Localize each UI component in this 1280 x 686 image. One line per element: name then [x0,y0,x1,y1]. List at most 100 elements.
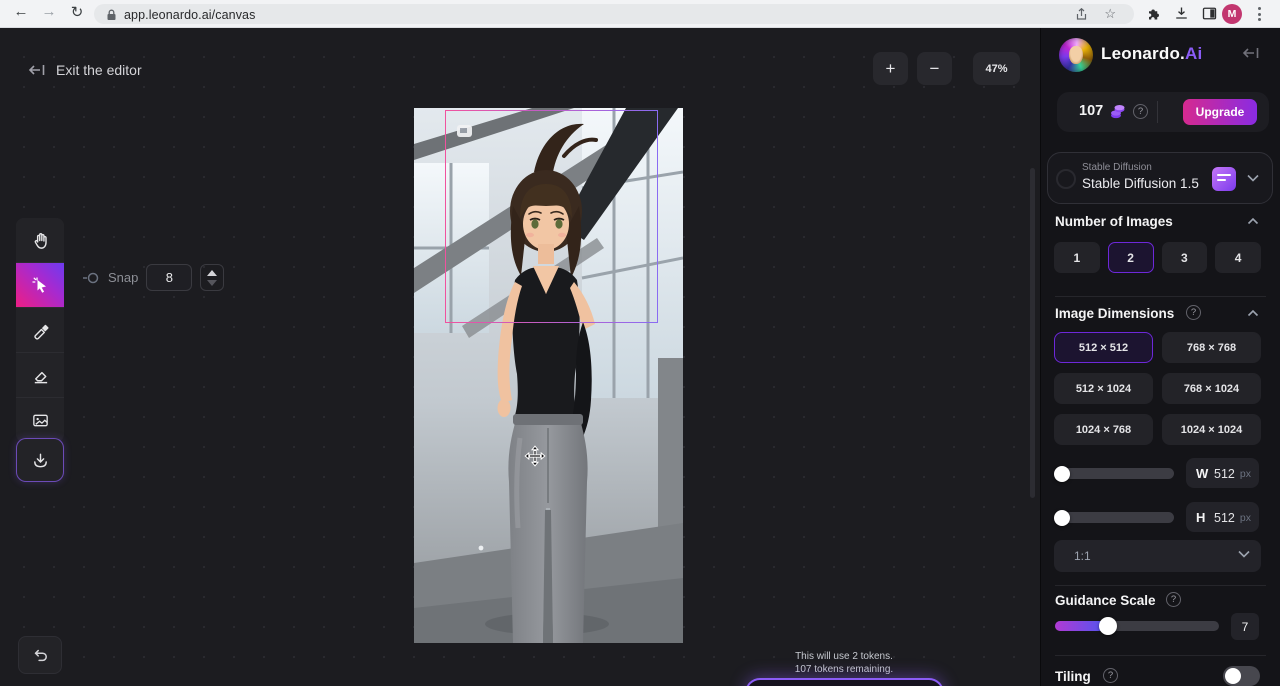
eraser-tool-button[interactable] [16,353,64,397]
toggle-knob[interactable] [1225,668,1241,684]
dim-option-768x1024[interactable]: 768 × 1024 [1162,373,1261,404]
browser-forward-button[interactable]: → [38,3,60,20]
width-slider[interactable] [1055,468,1174,479]
coins-icon [1109,103,1127,121]
share-icon[interactable] [1075,8,1088,21]
token-help-icon[interactable]: ? [1133,104,1148,119]
side-panel-icon[interactable] [1202,6,1217,21]
width-value: 512 [1214,467,1235,481]
undo-button[interactable] [18,636,62,674]
extensions-puzzle-icon[interactable] [1146,6,1161,21]
canvas-scrollbar[interactable] [1030,168,1035,498]
image-tool-button[interactable] [16,398,64,442]
upgrade-button[interactable]: Upgrade [1183,99,1257,125]
bookmark-star-icon[interactable]: ☆ [1104,6,1116,22]
dimensions-help-icon[interactable]: ? [1186,305,1201,320]
height-unit: px [1240,512,1251,524]
hand-tool-button[interactable] [16,218,64,262]
height-slider-handle[interactable] [1054,510,1070,526]
divider [1055,585,1266,586]
browser-download-icon[interactable] [1174,6,1189,21]
settings-sidebar: Leonardo.Ai 107 ? Upgrade Stable Diffusi… [1040,28,1280,686]
guidance-scale-heading: Guidance Scale [1055,593,1156,608]
dim-option-768x768[interactable]: 768 × 768 [1162,332,1261,363]
browser-address-bar[interactable]: app.leonardo.ai/canvas ☆ [94,4,1134,24]
snap-toggle-icon[interactable] [82,270,100,286]
browser-menu-icon[interactable] [1258,7,1261,24]
guidance-scale-slider[interactable] [1055,621,1219,631]
hand-icon [31,231,50,250]
tiling-toggle[interactable] [1223,666,1260,686]
num-images-option-3[interactable]: 3 [1162,242,1208,273]
exit-editor-button[interactable]: Exit the editor [28,62,142,78]
snap-control: Snap [82,264,224,291]
lock-icon [106,9,117,21]
zoom-out-button[interactable]: − [917,52,952,85]
width-value-box: W 512 px [1186,458,1259,488]
download-icon [31,451,50,470]
model-select[interactable]: Stable Diffusion Stable Diffusion 1.5 [1047,152,1273,204]
divider [1055,655,1266,656]
download-tool-button[interactable] [16,438,64,482]
eraser-icon [31,366,50,385]
dim-option-1024x1024[interactable]: 1024 × 1024 [1162,414,1261,445]
image-icon [31,411,50,430]
stepper-up-icon[interactable] [207,270,217,276]
num-images-option-2[interactable]: 2 [1108,242,1154,273]
token-count: 107 [1079,103,1103,119]
image-dimensions-options: 512 × 512 768 × 768 512 × 1024 768 × 102… [1054,332,1261,445]
generate-button[interactable] [745,678,944,686]
token-usage-line2: 107 tokens remaining. [744,663,944,676]
canvas-area[interactable]: Exit the editor [0,28,1040,686]
leonardo-canvas-app: ← → ↻ app.leonardo.ai/canvas ☆ M [0,0,1280,686]
token-usage-hint: This will use 2 tokens. 107 tokens remai… [744,650,944,676]
snap-stepper[interactable] [200,264,224,291]
token-balance-box: 107 ? Upgrade [1057,92,1269,132]
toolbar [16,218,64,442]
leonardo-logo-avatar [1059,38,1093,72]
editor-main: Exit the editor [0,28,1280,686]
guidance-help-icon[interactable]: ? [1166,592,1181,607]
model-label: Stable Diffusion [1082,162,1152,173]
aspect-ratio-select[interactable]: 1:1 [1054,540,1261,572]
divider [1157,101,1158,123]
select-tool-button[interactable] [16,263,64,307]
chevron-up-icon[interactable] [1247,309,1259,317]
browser-back-button[interactable]: ← [10,3,32,20]
brand-title: Leonardo.Ai [1101,44,1202,64]
paint-tool-button[interactable] [16,308,64,352]
exit-editor-label: Exit the editor [56,62,142,78]
snap-value-input[interactable] [146,264,192,291]
dim-option-512x1024[interactable]: 512 × 1024 [1054,373,1153,404]
model-platform-icon [1212,167,1236,191]
token-usage-line1: This will use 2 tokens. [744,650,944,663]
dim-option-512x512[interactable]: 512 × 512 [1054,332,1153,363]
chevron-up-icon[interactable] [1247,217,1259,225]
tiling-help-icon[interactable]: ? [1103,668,1118,683]
collapse-sidebar-icon[interactable] [1241,45,1261,61]
height-value: 512 [1214,511,1235,525]
zoom-level-button[interactable]: 47% [973,52,1020,85]
guidance-slider-handle[interactable] [1099,617,1117,635]
model-ghost-icon [1056,169,1076,189]
generated-image[interactable] [414,108,683,643]
chevron-down-icon [1237,549,1251,559]
browser-profile-avatar[interactable]: M [1222,4,1242,24]
dim-option-1024x768[interactable]: 1024 × 768 [1054,414,1153,445]
browser-reload-button[interactable]: ↻ [66,3,88,21]
width-label: W [1196,466,1208,481]
zoom-in-button[interactable]: + [873,52,908,85]
width-unit: px [1240,468,1251,480]
width-slider-handle[interactable] [1054,466,1070,482]
guidance-scale-value: 7 [1231,613,1259,640]
height-slider[interactable] [1055,512,1174,523]
num-images-option-1[interactable]: 1 [1054,242,1100,273]
height-value-box: H 512 px [1186,502,1259,532]
stepper-down-icon[interactable] [207,280,217,286]
number-of-images-heading: Number of Images [1055,214,1173,229]
brand-main: Leonardo. [1101,44,1185,63]
paintbrush-icon [31,321,50,340]
tiling-heading: Tiling [1055,669,1091,684]
snap-label: Snap [108,270,138,285]
num-images-option-4[interactable]: 4 [1215,242,1261,273]
